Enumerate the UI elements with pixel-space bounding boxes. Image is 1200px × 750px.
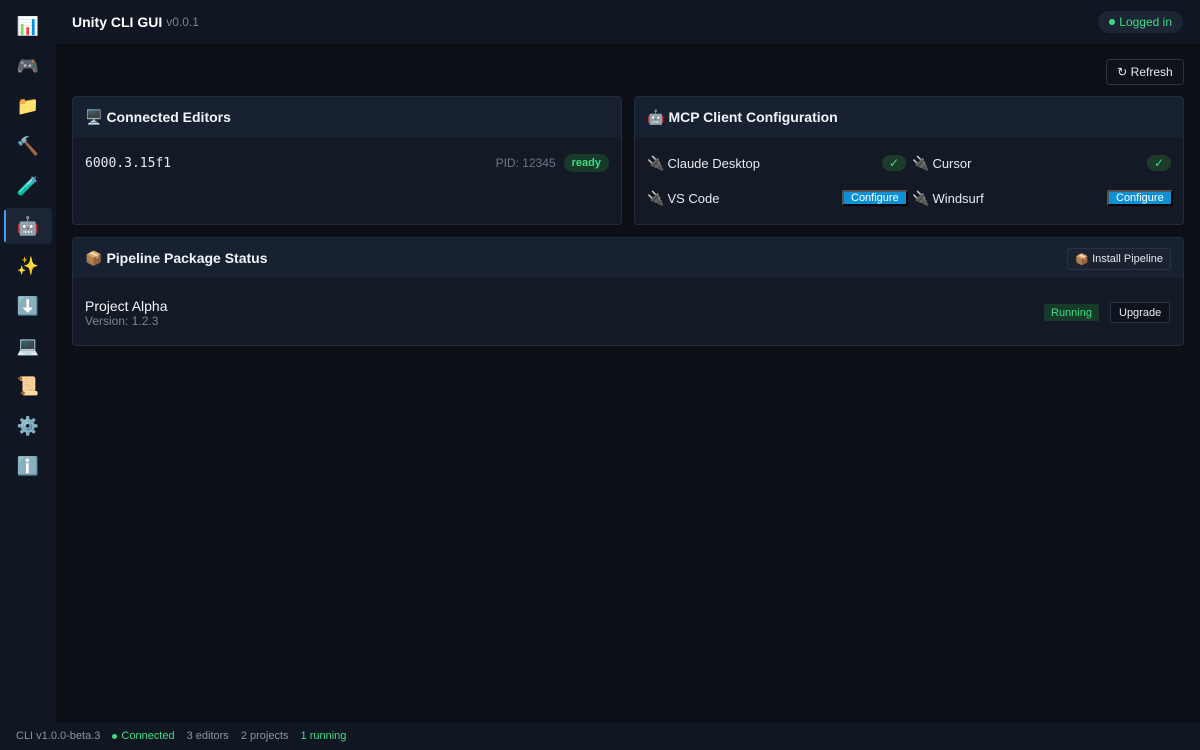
- connected-editors-card: 🖥️ Connected Editors 6000.3.15f1 PID: 12…: [72, 96, 622, 225]
- configure-vs-code-button[interactable]: Configure: [842, 190, 908, 206]
- client-name: Windsurf: [932, 190, 984, 206]
- nav-editors[interactable]: 🎮: [4, 48, 52, 84]
- client-cursor: 🔌 Cursor: [912, 153, 971, 173]
- editors-count: 3 editors: [186, 730, 229, 742]
- nav-tests[interactable]: 🧪: [4, 168, 52, 204]
- card-header: 🤖 MCP Client Configuration: [635, 97, 1183, 137]
- info-icon: ℹ️: [16, 455, 40, 476]
- install-pipeline-label: Install Pipeline: [1092, 253, 1163, 265]
- claude-configured-check-icon: ✓: [882, 155, 906, 171]
- robot-icon: 🤖: [647, 108, 665, 125]
- running-count: 1 running: [300, 730, 347, 742]
- card-header: 📦 Pipeline Package Status 📦 Install Pipe…: [73, 238, 1183, 278]
- folder-icon: 📁: [16, 95, 40, 116]
- plug-icon: 🔌: [647, 154, 665, 171]
- sparkles-icon: ✨: [16, 255, 40, 276]
- app-title: Unity CLI GUI: [72, 14, 163, 30]
- card-title: MCP Client Configuration: [668, 109, 838, 125]
- status-dot-icon: [112, 733, 118, 739]
- gamepad-icon: 🎮: [16, 55, 40, 76]
- scroll-icon: 📜: [16, 375, 40, 396]
- card-title: Connected Editors: [106, 109, 231, 125]
- sidebar: 📊 🎮 📁 🔨 🧪 🤖 ✨ ⬇️ 💻 📜 ⚙️ ℹ️: [0, 0, 56, 722]
- dashboard-icon: 📊: [16, 15, 40, 36]
- configure-windsurf-button[interactable]: Configure: [1107, 190, 1173, 206]
- nav-logs[interactable]: 📜: [4, 368, 52, 404]
- plug-icon: 🔌: [647, 189, 665, 206]
- nav-settings[interactable]: ⚙️: [4, 408, 52, 444]
- cli-version: CLI v1.0.0-beta.3: [16, 730, 101, 742]
- cursor-configured-check-icon: ✓: [1147, 155, 1171, 171]
- monitor-icon: 🖥️: [85, 108, 103, 125]
- client-name: Cursor: [932, 155, 972, 171]
- project-status-badge: Running: [1044, 304, 1099, 321]
- editor-version: 6000.3.15f1: [85, 155, 172, 171]
- nav-projects[interactable]: 📁: [4, 88, 52, 124]
- install-pipeline-button[interactable]: 📦 Install Pipeline: [1067, 248, 1171, 270]
- status-bar: CLI v1.0.0-beta.3 Connected 3 editors 2 …: [0, 722, 1200, 750]
- client-vs-code: 🔌 VS Code: [647, 188, 719, 208]
- editor-status-badge: ready: [563, 154, 609, 172]
- project-version: Version: 1.2.3: [85, 314, 159, 328]
- status-dot-icon: [1109, 19, 1116, 25]
- nav-build[interactable]: 🔨: [4, 128, 52, 164]
- card-title: Pipeline Package Status: [106, 250, 268, 266]
- connection-label: Connected: [121, 730, 175, 742]
- editor-row[interactable]: 6000.3.15f1 PID: 12345 ready: [85, 153, 609, 173]
- package-icon: 📦: [1075, 253, 1090, 266]
- client-windsurf: 🔌 Windsurf: [912, 188, 984, 208]
- connection-status: Connected: [112, 730, 175, 742]
- nav-mcp[interactable]: 🤖: [4, 208, 52, 244]
- nav-about[interactable]: ℹ️: [4, 448, 52, 484]
- nav-terminal[interactable]: 💻: [4, 328, 52, 364]
- client-name: VS Code: [667, 190, 720, 206]
- package-icon: 📦: [85, 249, 103, 266]
- robot-icon: 🤖: [16, 215, 40, 236]
- nav-ai[interactable]: ✨: [4, 248, 52, 284]
- client-name: Claude Desktop: [667, 155, 760, 171]
- pipeline-status-card: 📦 Pipeline Package Status 📦 Install Pipe…: [72, 237, 1184, 346]
- top-bar: Unity CLI GUI v0.0.1 Logged in: [56, 0, 1200, 44]
- refresh-button[interactable]: ↻ Refresh: [1106, 59, 1184, 85]
- nav-install[interactable]: ⬇️: [4, 288, 52, 324]
- project-name: Project Alpha: [85, 298, 168, 314]
- test-tube-icon: 🧪: [16, 175, 40, 196]
- hammer-icon: 🔨: [16, 135, 40, 156]
- card-header: 🖥️ Connected Editors: [73, 97, 621, 137]
- gear-icon: ⚙️: [16, 415, 40, 436]
- projects-count: 2 projects: [240, 730, 289, 742]
- plug-icon: 🔌: [912, 189, 930, 206]
- nav-dashboard[interactable]: 📊: [4, 8, 52, 44]
- editor-pid: PID: 12345: [495, 156, 556, 170]
- laptop-icon: 💻: [16, 335, 40, 356]
- client-claude-desktop: 🔌 Claude Desktop: [647, 153, 760, 173]
- upgrade-button[interactable]: Upgrade: [1110, 302, 1171, 323]
- login-status-label: Logged in: [1119, 15, 1172, 29]
- login-status-badge: Logged in: [1098, 11, 1183, 33]
- mcp-config-card: 🤖 MCP Client Configuration 🔌 Claude Desk…: [634, 96, 1184, 225]
- plug-icon: 🔌: [912, 154, 930, 171]
- app-version: v0.0.1: [166, 15, 199, 29]
- download-icon: ⬇️: [16, 295, 40, 316]
